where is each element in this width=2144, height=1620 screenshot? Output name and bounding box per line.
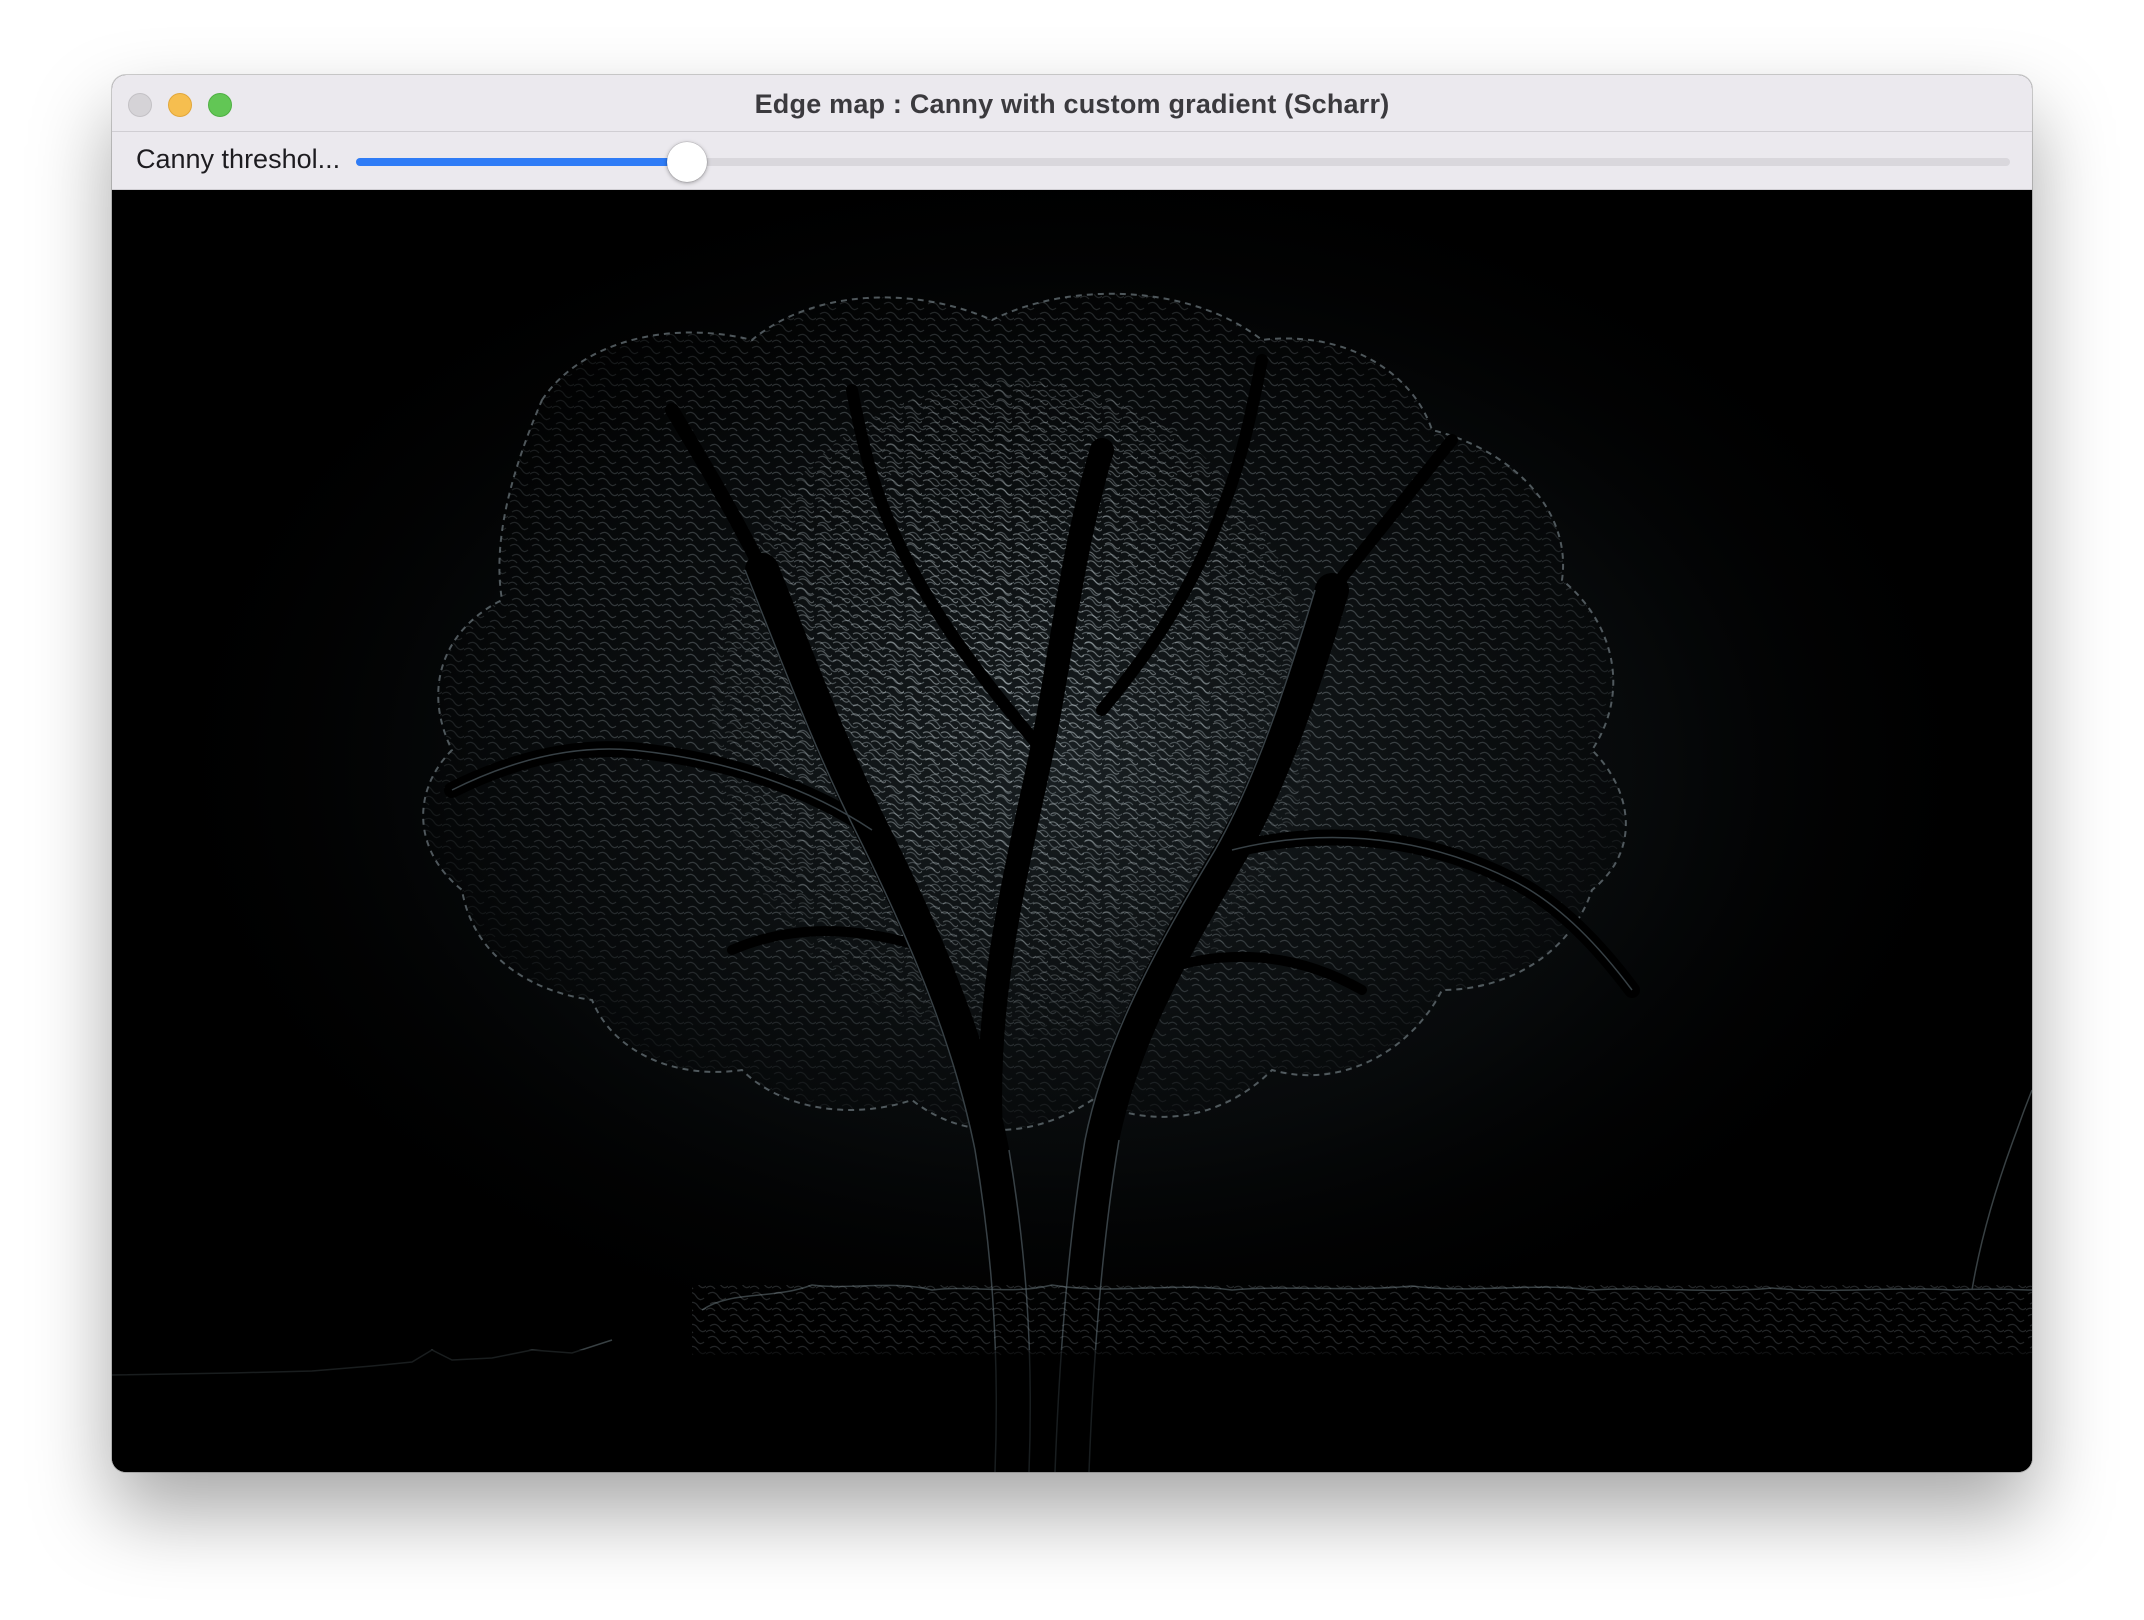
threshold-slider-label: Canny threshol...	[136, 144, 341, 174]
trackbar-panel: Canny threshol...	[112, 132, 2032, 190]
threshold-slider-fill	[356, 158, 687, 166]
edge-map-image	[112, 190, 2032, 1472]
threshold-slider[interactable]	[356, 142, 2010, 182]
window-title: Edge map : Canny with custom gradient (S…	[754, 89, 1390, 119]
app-window: Edge map : Canny with custom gradient (S…	[112, 75, 2032, 1472]
tree-edge-icon	[112, 190, 2032, 1472]
threshold-slider-thumb[interactable]	[666, 142, 707, 182]
title-bar: Edge map : Canny with custom gradient (S…	[112, 75, 2032, 132]
